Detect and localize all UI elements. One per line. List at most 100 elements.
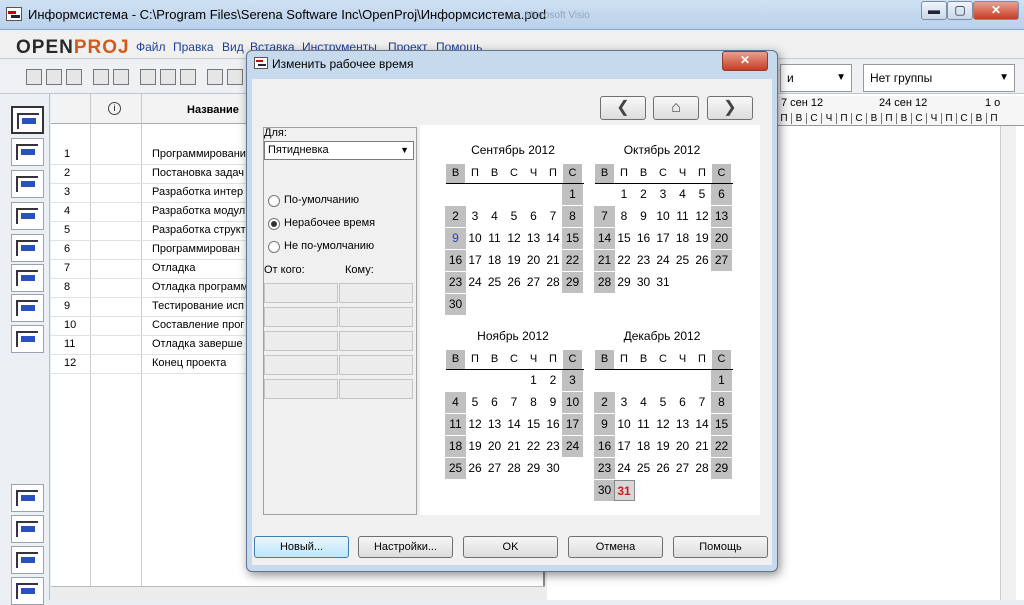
calendar-day[interactable]: 9 (543, 392, 564, 413)
open-file-icon[interactable] (46, 69, 62, 85)
paste-icon[interactable] (180, 69, 196, 85)
next-month-button[interactable]: ❯ (707, 96, 753, 120)
table-row-task-name[interactable]: Тестирование исп (152, 300, 244, 312)
calendar-day[interactable]: 4 (484, 206, 505, 227)
calendar-day[interactable]: 7 (504, 392, 525, 413)
calendar-day[interactable]: 8 (562, 206, 583, 227)
save-icon[interactable] (66, 69, 82, 85)
report-view-icon[interactable] (11, 264, 44, 292)
calendar-day[interactable]: 27 (523, 272, 544, 293)
calendar-day[interactable]: 23 (445, 272, 466, 293)
table-row-task-name[interactable]: Разработка интер (152, 186, 243, 198)
resource-view-icon[interactable] (11, 170, 44, 198)
calendar-day[interactable]: 30 (633, 272, 654, 293)
calendar-day[interactable]: 8 (614, 206, 635, 227)
calendar-day[interactable]: 22 (523, 436, 544, 457)
calendar-day[interactable]: 13 (672, 414, 693, 435)
column-header-name[interactable]: Название (187, 104, 239, 116)
calendar-day[interactable]: 28 (692, 458, 713, 479)
calendar-day[interactable]: 25 (445, 458, 466, 479)
calendar-day[interactable]: 11 (672, 206, 693, 227)
calendar-day[interactable]: 5 (465, 392, 486, 413)
calendar-day[interactable]: 7 (692, 392, 713, 413)
calendar-day[interactable]: 27 (672, 458, 693, 479)
group-select[interactable]: Нет группы ▼ (863, 64, 1015, 92)
calendar-day[interactable]: 3 (465, 206, 486, 227)
calendar-day[interactable]: 3 (614, 392, 635, 413)
calendar-day[interactable]: 13 (484, 414, 505, 435)
prev-month-button[interactable]: ❮ (600, 96, 646, 120)
minimize-button[interactable]: ▬ (921, 1, 947, 20)
calendar-day[interactable]: 14 (504, 414, 525, 435)
calendar-day[interactable]: 8 (523, 392, 544, 413)
calendar-day[interactable]: 15 (711, 414, 732, 435)
calendar-day[interactable]: 24 (653, 250, 674, 271)
calendar-day[interactable]: 18 (484, 250, 505, 271)
calendar-day[interactable]: 11 (484, 228, 505, 249)
calendar-day[interactable]: 29 (614, 272, 635, 293)
calendar-day[interactable]: 9 (633, 206, 654, 227)
calendar-day[interactable]: 1 (614, 184, 635, 205)
calendar-day[interactable]: 19 (653, 436, 674, 457)
from-time-cell[interactable] (264, 355, 338, 375)
calendar-day[interactable]: 21 (543, 250, 564, 271)
settings-button[interactable]: Настройки... (358, 536, 453, 558)
calendar-day[interactable]: 2 (594, 392, 615, 413)
calendar-day[interactable]: 19 (692, 228, 713, 249)
calendar-day[interactable]: 26 (504, 272, 525, 293)
calendar-day[interactable]: 27 (484, 458, 505, 479)
radio-nonworking-label[interactable]: Нерабочее время (284, 217, 375, 229)
new-calendar-button[interactable]: Новый... (254, 536, 349, 558)
radio-nonworking[interactable] (268, 218, 280, 230)
calendar-day[interactable]: 17 (614, 436, 635, 457)
maximize-button[interactable]: ▢ (947, 1, 973, 20)
table-horizontal-scrollbar[interactable] (51, 586, 545, 600)
table-row-task-name[interactable]: Составление прог (152, 319, 244, 331)
calendar-day[interactable]: 23 (633, 250, 654, 271)
new-file-icon[interactable] (26, 69, 42, 85)
calendar-day[interactable]: 31 (613, 480, 635, 501)
menu-view[interactable]: Вид (222, 40, 244, 54)
calendar-day[interactable]: 16 (445, 250, 466, 271)
calendar-day[interactable]: 6 (523, 206, 544, 227)
calendar-day[interactable]: 17 (653, 228, 674, 249)
from-time-cell[interactable] (264, 331, 338, 351)
calendar-day[interactable]: 14 (594, 228, 615, 249)
calendar-day[interactable]: 25 (672, 250, 693, 271)
charts-view-icon[interactable] (11, 515, 44, 543)
calendar-day[interactable]: 18 (633, 436, 654, 457)
calendar-day[interactable]: 3 (562, 370, 583, 391)
dialog-close-button[interactable]: ✕ (722, 51, 768, 71)
calendar-day[interactable]: 22 (614, 250, 635, 271)
calendar-day[interactable]: 27 (711, 250, 732, 271)
calendar-day[interactable]: 26 (692, 250, 713, 271)
table-row-task-name[interactable]: Разработка модул (152, 205, 245, 217)
undo-icon[interactable] (227, 69, 243, 85)
calendar-day[interactable]: 6 (484, 392, 505, 413)
cancel-button[interactable]: Отмена (568, 536, 663, 558)
calendar-select[interactable]: Пятидневка ▼ (264, 141, 414, 160)
calendar-day[interactable]: 9 (445, 228, 466, 249)
calendar-day[interactable]: 10 (562, 392, 583, 413)
calendar-day[interactable]: 7 (543, 206, 564, 227)
calendar-day[interactable]: 16 (633, 228, 654, 249)
calendar-day[interactable]: 28 (504, 458, 525, 479)
calendar-day[interactable]: 5 (504, 206, 525, 227)
print-preview-icon[interactable] (113, 69, 129, 85)
calendar-day[interactable]: 12 (504, 228, 525, 249)
calendar-day[interactable]: 10 (465, 228, 486, 249)
table-row-task-name[interactable]: Разработка структ (152, 224, 246, 236)
calendar-day[interactable]: 15 (523, 414, 544, 435)
calendar-day[interactable]: 14 (543, 228, 564, 249)
menu-edit[interactable]: Правка (173, 40, 214, 54)
table-row-task-name[interactable]: Постановка задач (152, 167, 244, 179)
calendar-day[interactable]: 26 (465, 458, 486, 479)
calendar-day[interactable]: 1 (523, 370, 544, 391)
calendar-day[interactable]: 3 (653, 184, 674, 205)
calendar-day[interactable]: 7 (594, 206, 615, 227)
to-time-cell[interactable] (339, 379, 413, 399)
gantt-view-icon[interactable] (11, 106, 44, 134)
task-usage-view-icon[interactable] (11, 294, 44, 322)
calendar-day[interactable]: 11 (633, 414, 654, 435)
calendar-day[interactable]: 25 (633, 458, 654, 479)
